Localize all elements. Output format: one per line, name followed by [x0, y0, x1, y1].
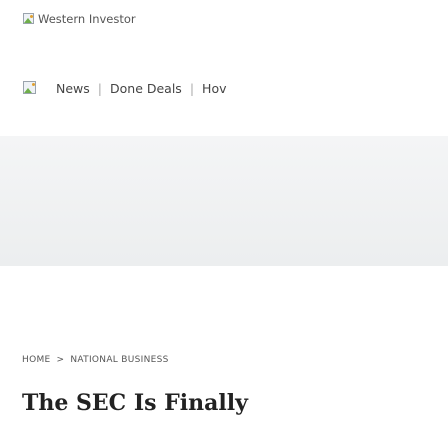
- breadcrumb: HOME > NATIONAL BUSINESS: [22, 355, 169, 365]
- logo-alt-text: Western Investor: [38, 12, 136, 26]
- broken-image-icon: [22, 12, 36, 26]
- site-logo[interactable]: Western Investor: [22, 12, 136, 26]
- nav-item-news[interactable]: News: [48, 81, 98, 96]
- menu-image-icon[interactable]: [22, 80, 38, 96]
- breadcrumb-home[interactable]: HOME: [22, 355, 51, 365]
- main-nav: News | Done Deals | Hov: [22, 80, 235, 96]
- breadcrumb-current[interactable]: NATIONAL BUSINESS: [70, 355, 168, 365]
- article-title: The SEC Is Finally: [22, 390, 248, 416]
- breadcrumb-separator: >: [56, 355, 65, 365]
- banner-area: [0, 136, 448, 266]
- nav-item-done-deals[interactable]: Done Deals: [102, 81, 190, 96]
- nav-item-how[interactable]: Hov: [194, 81, 234, 96]
